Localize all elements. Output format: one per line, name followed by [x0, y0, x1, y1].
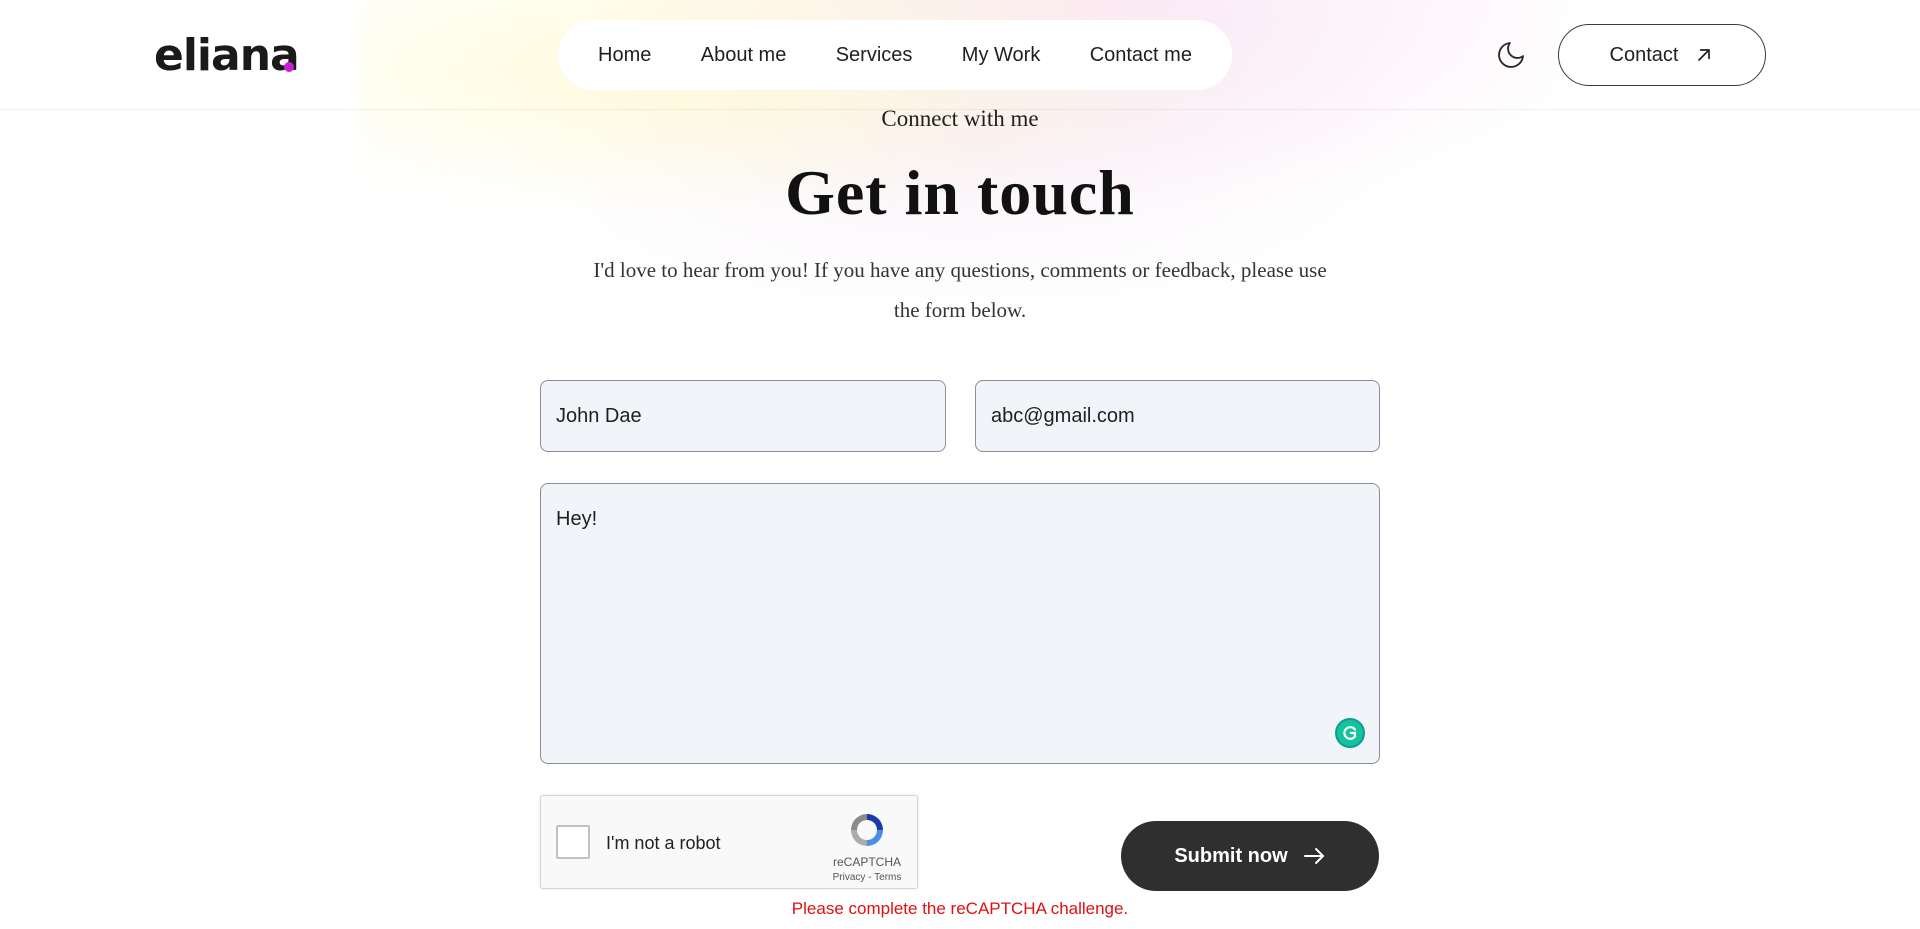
theme-toggle-button[interactable]: [1494, 38, 1528, 72]
nav-contact-me[interactable]: Contact me: [1090, 44, 1192, 67]
recaptcha-error-message: Please complete the reCAPTCHA challenge.: [791, 899, 1129, 918]
logo-dot: [284, 62, 294, 72]
name-input[interactable]: [540, 380, 946, 452]
page-subtitle: I'd love to hear from you! If you have a…: [593, 258, 1327, 322]
section-eyebrow: Connect with me: [881, 106, 1039, 131]
submit-button[interactable]: Submit now: [1121, 821, 1379, 891]
recaptcha-widget: I'm not a robot reCAPTCHA Privacy - Term…: [540, 795, 918, 889]
contact-button-label: Contact: [1609, 43, 1679, 66]
logo[interactable]: eliana: [154, 30, 300, 81]
submit-button-label: Submit now: [1174, 844, 1288, 867]
recaptcha-brand: reCAPTCHA: [832, 855, 901, 869]
nav-about-me[interactable]: About me: [701, 44, 787, 67]
arrow-right-icon: [1303, 848, 1324, 864]
contact-button[interactable]: Contact: [1558, 24, 1766, 86]
grammarly-icon[interactable]: [1335, 718, 1365, 748]
nav-my-work[interactable]: My Work: [962, 44, 1041, 67]
site-header: eliana Home About me Services My Work Co…: [0, 0, 1920, 110]
main-nav: Home About me Services My Work Contact m…: [558, 20, 1232, 90]
nav-home[interactable]: Home: [598, 44, 651, 67]
recaptcha-links[interactable]: Privacy - Terms: [823, 872, 911, 883]
email-input[interactable]: [975, 380, 1380, 452]
page-title: Get in touch: [785, 157, 1135, 228]
arrow-up-right-icon: [1698, 49, 1711, 61]
message-textarea[interactable]: Hey!: [540, 483, 1380, 764]
recaptcha-logo-icon: [851, 814, 883, 846]
recaptcha-label: I'm not a robot: [606, 833, 721, 853]
nav-services[interactable]: Services: [836, 44, 913, 67]
recaptcha-checkbox[interactable]: [556, 825, 590, 859]
moon-icon: [1498, 42, 1524, 68]
